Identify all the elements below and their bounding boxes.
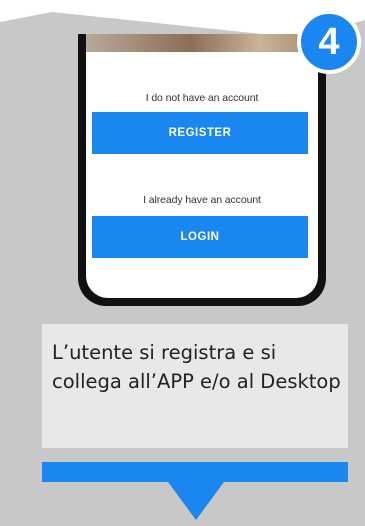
caption-text: L’utente si registra e si collega all’AP… xyxy=(52,341,341,393)
step-number-badge: 4 xyxy=(297,10,361,74)
register-button[interactable]: REGISTER xyxy=(92,112,308,154)
blue-bar xyxy=(42,462,348,482)
phone-mockup: I do not have an account REGISTER I alre… xyxy=(78,34,326,306)
screen-header-image xyxy=(86,34,318,52)
down-arrow-icon xyxy=(168,482,224,520)
have-account-text: I already have an account xyxy=(143,194,261,206)
login-button[interactable]: LOGIN xyxy=(92,216,308,258)
caption-box: L’utente si registra e si collega all’AP… xyxy=(42,324,348,448)
phone-screen: I do not have an account REGISTER I alre… xyxy=(86,34,318,298)
no-account-text: I do not have an account xyxy=(145,92,259,104)
